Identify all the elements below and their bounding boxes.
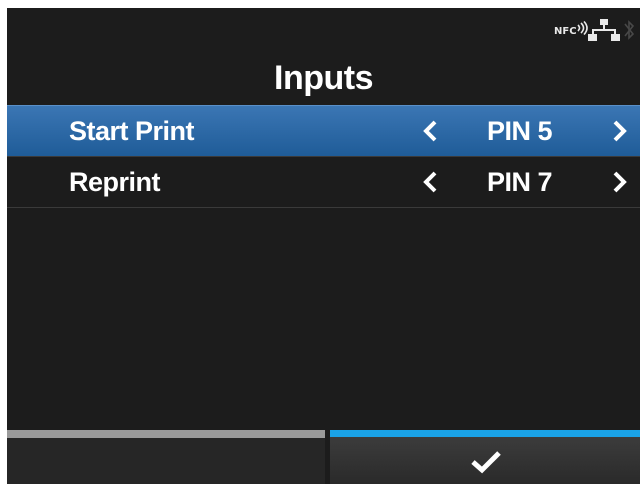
confirm-button[interactable] bbox=[330, 430, 640, 484]
bluetooth-icon bbox=[624, 20, 634, 40]
footer-bar bbox=[7, 430, 640, 484]
settings-list: Start Print PIN 5 Reprint PIN 7 bbox=[7, 105, 640, 208]
setting-value: PIN 5 bbox=[487, 116, 553, 146]
setting-row-reprint[interactable]: Reprint PIN 7 bbox=[7, 156, 640, 207]
lan-icon bbox=[588, 19, 620, 41]
divider bbox=[7, 207, 640, 208]
page-title: Inputs bbox=[274, 59, 373, 97]
check-icon bbox=[471, 451, 501, 474]
nfc-icon: NFC bbox=[554, 21, 588, 40]
setting-row-start-print[interactable]: Start Print PIN 5 bbox=[7, 105, 640, 156]
back-button[interactable] bbox=[7, 430, 325, 484]
setting-label: Start Print bbox=[69, 116, 195, 146]
printer-screen: NFC Inputs Start Print PIN 5 Reprint PIN… bbox=[7, 8, 640, 484]
setting-label: Reprint bbox=[69, 167, 161, 197]
chevron-left-icon[interactable] bbox=[419, 119, 443, 143]
chevron-left-icon[interactable] bbox=[419, 170, 443, 194]
chevron-right-icon[interactable] bbox=[607, 119, 631, 143]
nfc-label: NFC bbox=[554, 26, 577, 37]
chevron-right-icon[interactable] bbox=[607, 170, 631, 194]
status-bar: NFC bbox=[500, 8, 640, 48]
setting-value: PIN 7 bbox=[487, 167, 553, 197]
